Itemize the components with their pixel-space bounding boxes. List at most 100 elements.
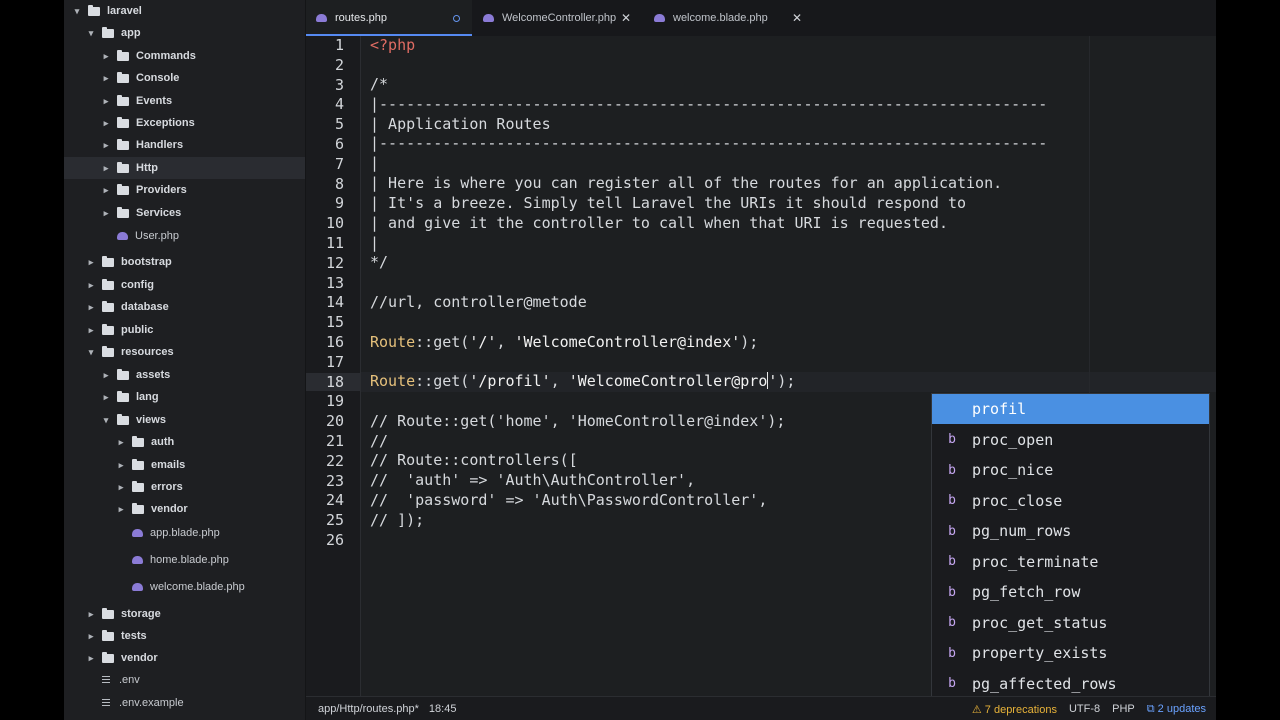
autocomplete-item[interactable]: b property_exists xyxy=(932,638,1209,668)
tree-item-app-blade-php[interactable]: app.blade.php xyxy=(64,522,305,544)
line-number[interactable]: 9 xyxy=(335,194,344,212)
tree-item-errors[interactable]: ▸ errors xyxy=(64,476,305,498)
tab-welcome-blade-php[interactable]: welcome.blade.php ✕ xyxy=(644,0,814,36)
tree-item-home-blade-php[interactable]: home.blade.php xyxy=(64,549,305,571)
chevron-right-icon[interactable]: ▸ xyxy=(86,325,96,336)
tree-view[interactable]: ▾ laravel ▾ app ▸ Commands ▸ Console ▸ Events ▸ Exc… xyxy=(64,0,306,720)
line-number[interactable]: 6 xyxy=(335,135,344,153)
line-number[interactable]: 5 xyxy=(335,115,344,133)
tree-item-http[interactable]: ▸ Http xyxy=(64,157,305,179)
line-number[interactable]: 10 xyxy=(326,214,344,232)
tree-item-exceptions[interactable]: ▸ Exceptions xyxy=(64,112,305,134)
tree-item-welcome-blade-php[interactable]: welcome.blade.php xyxy=(64,576,305,598)
line-number[interactable]: 7 xyxy=(335,155,344,173)
line-number[interactable]: 14 xyxy=(326,293,344,311)
autocomplete-item[interactable]: b proc_nice xyxy=(932,455,1209,485)
deprecations-link[interactable]: ⚠ 7 deprecations xyxy=(972,703,1057,716)
tree-item-bootstrap[interactable]: ▸ bootstrap xyxy=(64,251,305,273)
tree-item-tests[interactable]: ▸ tests xyxy=(64,625,305,647)
line-number[interactable]: 26 xyxy=(326,531,344,549)
chevron-right-icon[interactable]: ▸ xyxy=(86,631,96,642)
cursor-position[interactable]: 18:45 xyxy=(429,703,457,715)
tree-item-resources[interactable]: ▾ resources xyxy=(64,341,305,363)
modified-indicator-icon[interactable] xyxy=(453,14,460,22)
autocomplete-item[interactable]: b proc_terminate xyxy=(932,547,1209,577)
chevron-right-icon[interactable]: ▸ xyxy=(86,257,96,268)
chevron-down-icon[interactable]: ▾ xyxy=(101,415,111,426)
chevron-right-icon[interactable]: ▸ xyxy=(86,280,96,291)
tree-item-public[interactable]: ▸ public xyxy=(64,319,305,341)
autocomplete-popup[interactable]: profil b proc_open b proc_nice b proc_close b pg… xyxy=(931,393,1210,700)
line-number[interactable]: 11 xyxy=(326,234,344,252)
autocomplete-item[interactable]: b pg_fetch_row xyxy=(932,577,1209,607)
file-path[interactable]: app/Http/routes.php* xyxy=(318,703,419,715)
autocomplete-item[interactable]: b proc_open xyxy=(932,425,1209,455)
close-icon[interactable]: ✕ xyxy=(792,11,802,25)
chevron-right-icon[interactable]: ▸ xyxy=(86,653,96,664)
chevron-right-icon[interactable]: ▸ xyxy=(101,185,111,196)
tree-item-services[interactable]: ▸ Services xyxy=(64,202,305,224)
line-number[interactable]: 17 xyxy=(326,353,344,371)
autocomplete-item[interactable]: b pg_affected_rows xyxy=(932,669,1209,699)
line-number[interactable]: 1 xyxy=(335,36,344,54)
line-number-gutter[interactable]: 1 2 3 4 5 6 7 8 9 10 11 12 13 14 15 16 17 18 19 20 21 22 23 24 2… xyxy=(306,36,361,696)
chevron-right-icon[interactable]: ▸ xyxy=(101,370,111,381)
tree-item-handlers[interactable]: ▸ Handlers xyxy=(64,134,305,156)
tree-item-vendor[interactable]: ▸ vendor xyxy=(64,647,305,669)
updates-link[interactable]: ⧉ 2 updates xyxy=(1147,703,1206,716)
line-number[interactable]: 19 xyxy=(326,392,344,410)
autocomplete-item[interactable]: profil xyxy=(932,394,1209,424)
tree-item-console[interactable]: ▸ Console xyxy=(64,67,305,89)
line-number[interactable]: 16 xyxy=(326,333,344,351)
line-number[interactable]: 2 xyxy=(335,56,344,74)
chevron-down-icon[interactable]: ▾ xyxy=(72,6,82,17)
line-number[interactable]: 4 xyxy=(335,95,344,113)
tree-item-commands[interactable]: ▸ Commands xyxy=(64,45,305,67)
tree-item-vendor[interactable]: ▸ vendor xyxy=(64,498,305,520)
chevron-right-icon[interactable]: ▸ xyxy=(116,482,126,493)
tree-item-views[interactable]: ▾ views xyxy=(64,409,305,431)
line-number[interactable]: 18 xyxy=(306,373,360,391)
autocomplete-item[interactable]: b pg_num_rows xyxy=(932,516,1209,546)
line-number[interactable]: 24 xyxy=(326,491,344,509)
tab-welcomecontroller-php[interactable]: WelcomeController.php ✕ xyxy=(473,0,643,36)
tree-item-assets[interactable]: ▸ assets xyxy=(64,364,305,386)
chevron-right-icon[interactable]: ▸ xyxy=(101,73,111,84)
chevron-right-icon[interactable]: ▸ xyxy=(116,437,126,448)
tree-item-storage[interactable]: ▸ storage xyxy=(64,603,305,625)
chevron-right-icon[interactable]: ▸ xyxy=(86,302,96,313)
tree-item--env-example[interactable]: .env.example xyxy=(64,692,305,714)
chevron-right-icon[interactable]: ▸ xyxy=(101,96,111,107)
chevron-right-icon[interactable]: ▸ xyxy=(101,208,111,219)
chevron-right-icon[interactable]: ▸ xyxy=(101,118,111,129)
autocomplete-item[interactable]: b proc_close xyxy=(932,486,1209,516)
line-number[interactable]: 21 xyxy=(326,432,344,450)
chevron-right-icon[interactable]: ▸ xyxy=(86,609,96,620)
line-number[interactable]: 15 xyxy=(326,313,344,331)
text-editor[interactable]: 1 2 3 4 5 6 7 8 9 10 11 12 13 14 15 16 17 18 19 20 21 22 23 24 2… xyxy=(306,36,1216,700)
line-number[interactable]: 20 xyxy=(326,412,344,430)
tree-item-config[interactable]: ▸ config xyxy=(64,274,305,296)
tree-item-providers[interactable]: ▸ Providers xyxy=(64,179,305,201)
close-icon[interactable]: ✕ xyxy=(621,11,631,25)
line-number[interactable]: 13 xyxy=(326,274,344,292)
tree-item-database[interactable]: ▸ database xyxy=(64,296,305,318)
line-number[interactable]: 22 xyxy=(326,452,344,470)
tree-item--env[interactable]: .env xyxy=(64,669,305,691)
encoding-selector[interactable]: UTF-8 xyxy=(1069,703,1100,715)
line-number[interactable]: 25 xyxy=(326,511,344,529)
tree-item-auth[interactable]: ▸ auth xyxy=(64,431,305,453)
tree-item-events[interactable]: ▸ Events xyxy=(64,90,305,112)
line-number[interactable]: 8 xyxy=(335,175,344,193)
tree-item-emails[interactable]: ▸ emails xyxy=(64,454,305,476)
chevron-down-icon[interactable]: ▾ xyxy=(86,347,96,358)
chevron-right-icon[interactable]: ▸ xyxy=(101,140,111,151)
tree-item-user-php[interactable]: User.php xyxy=(64,225,305,247)
line-number[interactable]: 3 xyxy=(335,76,344,94)
chevron-right-icon[interactable]: ▸ xyxy=(101,392,111,403)
chevron-right-icon[interactable]: ▸ xyxy=(101,51,111,62)
grammar-selector[interactable]: PHP xyxy=(1112,703,1135,715)
tree-item-laravel[interactable]: ▾ laravel xyxy=(64,0,305,22)
chevron-right-icon[interactable]: ▸ xyxy=(116,460,126,471)
line-number[interactable]: 23 xyxy=(326,472,344,490)
